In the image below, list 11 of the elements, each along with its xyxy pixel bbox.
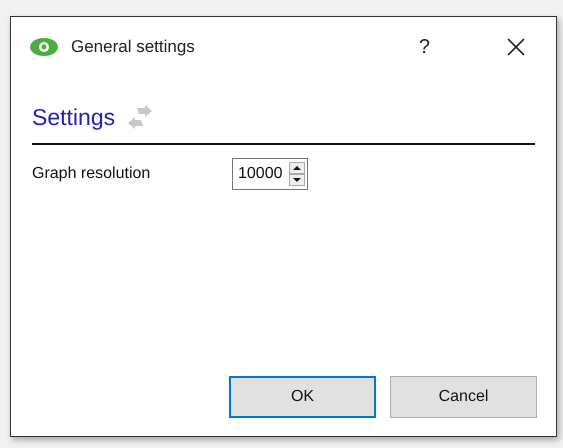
window-title: General settings (71, 36, 195, 58)
spinner-value: 10000 (238, 164, 282, 184)
help-button[interactable]: ? (414, 32, 434, 62)
close-icon[interactable] (506, 37, 526, 57)
eye-icon (29, 36, 59, 58)
refresh-icon (127, 104, 154, 130)
number-spinner[interactable]: 10000 (232, 158, 308, 190)
section-title: Settings (32, 103, 116, 132)
cancel-button[interactable]: Cancel (390, 376, 537, 418)
ok-button[interactable]: OK (229, 376, 376, 418)
field-label: Graph resolution (32, 164, 152, 184)
